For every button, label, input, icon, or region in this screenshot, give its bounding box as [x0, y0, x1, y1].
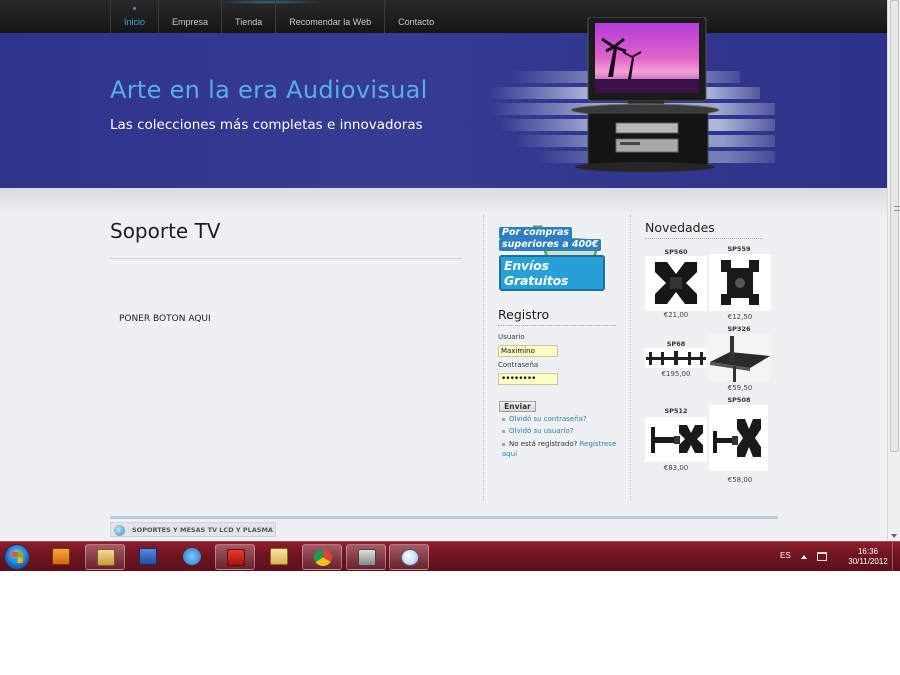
footer-category-tag[interactable]: SOPORTES Y MESAS TV LCD Y PLASMA: [110, 522, 276, 537]
banner-title: Arte en la era Audiovisual: [110, 76, 428, 104]
product-image[interactable]: [708, 334, 771, 382]
product-name[interactable]: SP68: [644, 340, 708, 348]
chrome-icon: [314, 549, 332, 566]
password-label: Contraseña: [498, 361, 539, 369]
taskbar-internet-explorer[interactable]: [172, 544, 212, 570]
product-image[interactable]: [645, 348, 707, 368]
product-price: €83,00: [663, 464, 689, 472]
column-divider: [630, 215, 631, 501]
product-name[interactable]: SP560: [644, 248, 708, 256]
taskbar-printer[interactable]: [346, 544, 386, 570]
hero-banner: Arte en la era Audiovisual Las coleccion…: [0, 33, 887, 188]
nav-item-tienda[interactable]: Tienda: [221, 0, 275, 33]
windows-logo-icon: [12, 552, 23, 563]
product-name[interactable]: SP326: [707, 325, 771, 333]
not-registered-text: No está registrado?: [509, 440, 578, 448]
clock-date: 30/11/2012: [848, 557, 888, 566]
taskbar-paint[interactable]: [389, 544, 429, 570]
taskbar-file-manager[interactable]: [259, 544, 299, 570]
login-submit-button[interactable]: Enviar: [499, 401, 536, 412]
vertical-scrollbar[interactable]: [887, 0, 900, 541]
product-price: €59,50: [727, 384, 753, 392]
clock-time: 16:36: [857, 547, 879, 556]
system-tray: ES 16:36 30/11/2012: [770, 542, 900, 572]
column-divider: [483, 215, 484, 501]
printer-icon: [358, 549, 376, 566]
scrollbar-thumb[interactable]: [890, 0, 900, 452]
product-name[interactable]: SP559: [707, 245, 771, 253]
nav-item-contacto[interactable]: Contacto: [384, 0, 447, 33]
acrobat-icon: [227, 549, 245, 566]
file-cabinet-icon: [270, 548, 288, 565]
product-name[interactable]: SP508: [707, 396, 771, 404]
taskbar-explorer[interactable]: [85, 544, 125, 570]
windows-taskbar: ES 16:36 30/11/2012: [0, 541, 900, 572]
news-divider: [645, 238, 763, 239]
language-indicator[interactable]: ES: [780, 551, 791, 560]
media-player-icon: [52, 548, 70, 565]
show-desktop-button[interactable]: [892, 542, 900, 572]
register-item: No está registrado? Regístrese aquí: [502, 439, 618, 459]
forgot-username-item: Olvidó su usuario?: [502, 427, 573, 435]
promo-line-1: Por compras: [499, 227, 573, 239]
network-icon[interactable]: [817, 552, 827, 561]
username-label: Usuario: [498, 333, 525, 341]
news-title: Novedades: [645, 220, 715, 235]
start-button[interactable]: [4, 544, 30, 570]
bullet-icon: [502, 429, 505, 433]
banner-subtitle: Las colecciones más completas e innovado…: [110, 117, 423, 133]
taskbar-media-player[interactable]: [41, 544, 81, 570]
product-price: €12,50: [727, 313, 753, 321]
product-image[interactable]: [709, 405, 768, 471]
bullet-icon: [502, 417, 505, 421]
nav-item-inicio[interactable]: Inicio: [110, 0, 158, 33]
login-title: Registro: [498, 307, 550, 322]
promo-line-2: superiores a 400€: [499, 239, 602, 251]
tv-stand-image: [570, 17, 720, 172]
bullet-icon: [502, 442, 505, 446]
product-image[interactable]: [645, 417, 707, 462]
login-divider: [498, 325, 616, 326]
show-hidden-icons-icon[interactable]: [801, 555, 807, 559]
footer-tag-text: SOPORTES Y MESAS TV LCD Y PLASMA: [132, 526, 273, 534]
top-navigation: Inicio Empresa Tienda Recomendar la Web …: [0, 0, 887, 33]
clock[interactable]: 16:36 30/11/2012: [843, 547, 893, 567]
forgot-password-item: Olvidó su contraseña?: [502, 415, 587, 423]
username-input[interactable]: Maximino: [498, 345, 558, 357]
free-shipping-promo[interactable]: Por compras superiores a 400€ Envíos Gra…: [497, 217, 605, 291]
title-divider: [110, 258, 462, 259]
placeholder-text: PONER BOTON AQUI: [119, 314, 211, 324]
product-price: €21,00: [663, 311, 689, 319]
nav-item-empresa[interactable]: Empresa: [158, 0, 221, 33]
folder-icon: [97, 549, 115, 566]
nav-menu: Inicio Empresa Tienda Recomendar la Web …: [110, 0, 447, 33]
product-image[interactable]: [645, 256, 707, 311]
password-input[interactable]: ••••••••: [498, 373, 558, 385]
nav-item-recomendar[interactable]: Recomendar la Web: [275, 0, 384, 33]
paint-palette-icon: [401, 549, 419, 566]
product-image[interactable]: [709, 254, 771, 311]
globe-icon: [114, 525, 125, 536]
scroll-down-arrow-icon[interactable]: [891, 534, 897, 538]
product-price: €58,00: [727, 476, 753, 484]
forgot-password-link[interactable]: Olvidó su contraseña?: [509, 415, 587, 423]
product-price: €195,00: [661, 370, 691, 378]
forgot-username-link[interactable]: Olvidó su usuario?: [509, 427, 573, 435]
word-icon: [139, 548, 157, 565]
promo-line-3: Envíos Gratuitos: [499, 255, 605, 291]
desktop-screen: Inicio Empresa Tienda Recomendar la Web …: [0, 0, 900, 675]
taskbar-chrome[interactable]: [302, 544, 342, 570]
page-title: Soporte TV: [110, 219, 221, 243]
taskbar-word[interactable]: [128, 544, 168, 570]
internet-explorer-icon: [183, 548, 201, 565]
taskbar-acrobat[interactable]: [215, 544, 255, 570]
footer-divider: [110, 516, 778, 519]
product-name[interactable]: SP512: [644, 407, 708, 415]
browser-viewport: Inicio Empresa Tienda Recomendar la Web …: [0, 0, 887, 541]
